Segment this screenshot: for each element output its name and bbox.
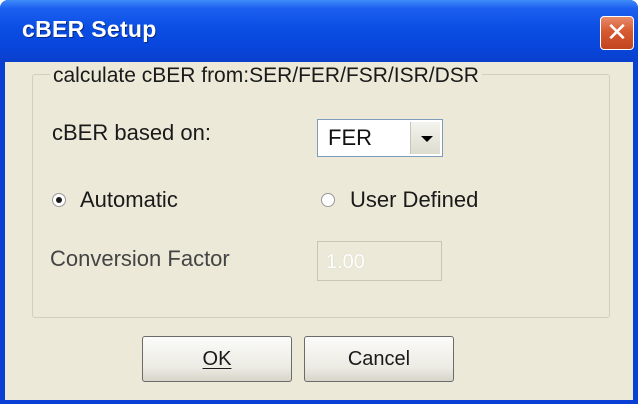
ok-button[interactable]: OK xyxy=(142,336,292,382)
title-bar[interactable]: cBER Setup ✕ xyxy=(0,0,638,62)
conversion-factor-field: 1.00 xyxy=(317,241,442,281)
based-on-select[interactable]: FER xyxy=(317,119,443,157)
close-button[interactable]: ✕ xyxy=(600,16,634,50)
automatic-radio[interactable] xyxy=(52,193,66,207)
conversion-factor-label: Conversion Factor xyxy=(50,246,230,271)
close-icon: ✕ xyxy=(606,18,628,48)
automatic-label[interactable]: Automatic xyxy=(80,187,178,213)
window-title: cBER Setup xyxy=(22,16,157,42)
chevron-down-icon[interactable] xyxy=(410,122,440,154)
cancel-button[interactable]: Cancel xyxy=(304,336,454,382)
ok-button-label: OK xyxy=(202,348,232,370)
based-on-label: cBER based on: xyxy=(52,120,211,145)
cancel-button-label: Cancel xyxy=(347,348,411,370)
based-on-value: FER xyxy=(328,125,372,150)
conversion-factor-value: 1.00 xyxy=(326,251,365,273)
user-defined-radio[interactable] xyxy=(321,193,335,207)
user-defined-label[interactable]: User Defined xyxy=(350,187,478,213)
group-legend: calculate cBER from:SER/FER/FSR/ISR/DSR xyxy=(50,64,482,88)
